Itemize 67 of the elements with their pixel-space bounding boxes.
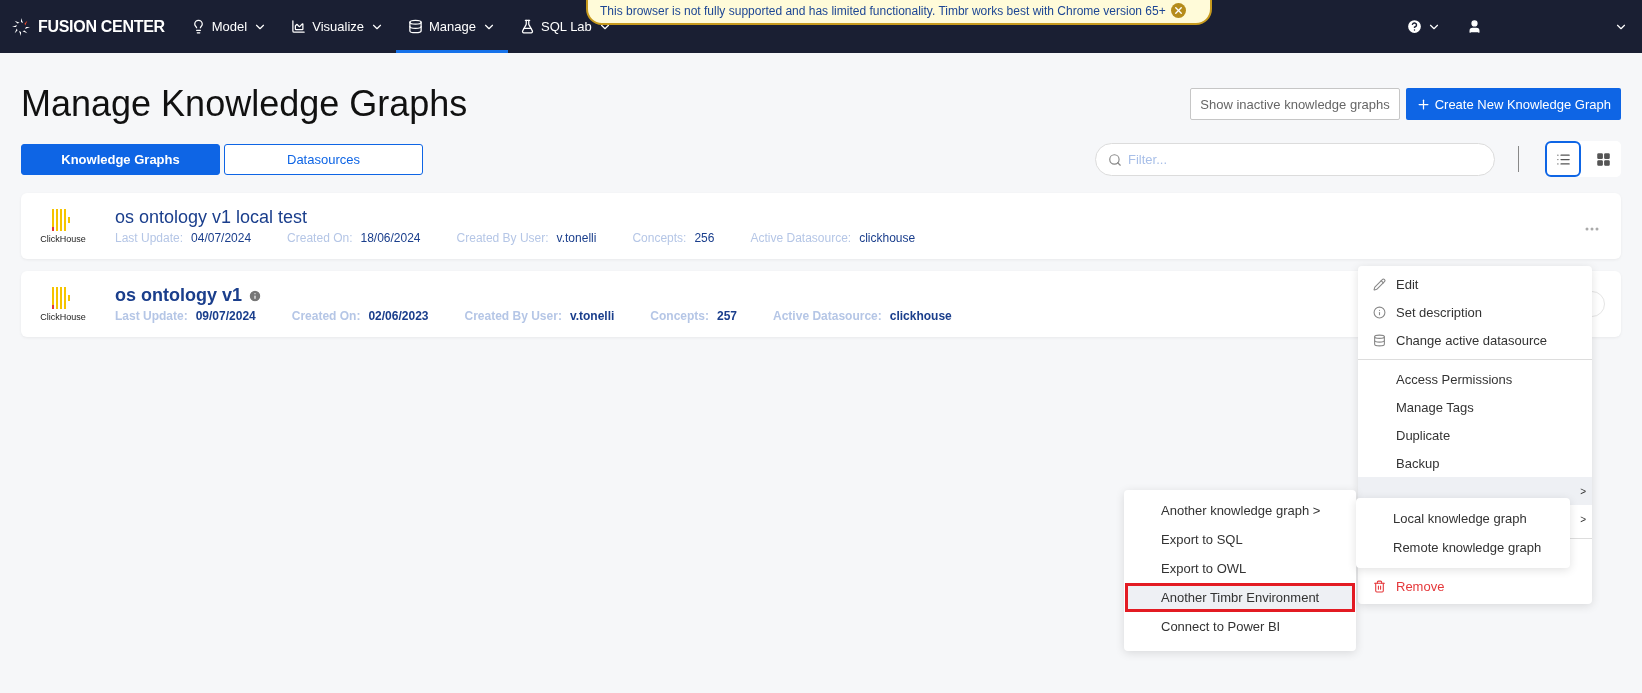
menu-item[interactable]: Export to OWL — [1125, 554, 1355, 583]
field-value: clickhouse — [889, 309, 952, 323]
field-value: 256 — [694, 231, 715, 245]
tab[interactable]: Knowledge Graphs — [21, 143, 220, 175]
field-value: 257 — [717, 309, 738, 323]
close-icon — [1172, 5, 1184, 16]
field-value: clickhouse — [859, 231, 916, 245]
database-icon — [1372, 333, 1386, 347]
menu-item[interactable]: Another Timbr Environment — [1125, 583, 1355, 612]
field-value: 02/06/2023 — [368, 309, 429, 323]
field-label: Created By User: — [464, 309, 562, 323]
field-label: Concepts: — [632, 231, 687, 245]
field-value: v.tonelli — [569, 309, 615, 323]
list-icon — [1555, 151, 1571, 167]
field-label: Created By User: — [456, 231, 549, 245]
help-menu[interactable] — [1406, 18, 1441, 35]
field-label: Created On: — [287, 231, 353, 245]
submenu-arrow: > — [1580, 485, 1586, 497]
field-value: 18/06/2024 — [360, 231, 421, 245]
field-label: Last Update: — [115, 309, 188, 323]
logo-text: ClickHouse — [40, 311, 86, 322]
menu-item[interactable]: Another knowledge graph > — [1125, 496, 1355, 525]
menu-item[interactable]: Remote knowledge graph — [1357, 533, 1569, 562]
tab[interactable]: Datasources — [224, 143, 423, 175]
pencil-icon — [1372, 277, 1386, 291]
card-title[interactable]: os ontology v1 — [115, 285, 242, 306]
menu-item[interactable]: Remove — [1358, 572, 1592, 600]
field-value: v.tonelli — [556, 231, 597, 245]
nav-menu[interactable]: Model — [178, 0, 280, 53]
trash-icon — [1372, 579, 1386, 593]
logo-text: ClickHouse — [40, 233, 86, 244]
menu-item[interactable]: Duplicate — [1358, 421, 1592, 449]
create-button[interactable]: Create New Knowledge Graph — [1405, 88, 1621, 120]
user-icon[interactable] — [1467, 19, 1482, 34]
card-title[interactable]: os ontology v1 local test — [115, 207, 308, 228]
filter-field[interactable]: Filter... — [1095, 142, 1495, 176]
menu-item[interactable]: Connect to Power BI — [1125, 612, 1355, 641]
menu-item[interactable]: Export to SQL — [1125, 525, 1355, 554]
more-icon — [1585, 226, 1599, 231]
field-label: Last Update: — [115, 231, 184, 245]
grid-icon — [1595, 151, 1611, 167]
plus-icon — [1415, 96, 1431, 112]
nav-menu[interactable]: Manage — [396, 0, 508, 53]
menu-item[interactable]: Access Permissions — [1358, 365, 1592, 393]
nav-menu[interactable]: Visualize — [279, 0, 396, 53]
help-icon — [1406, 18, 1423, 35]
list-view-button[interactable] — [1545, 141, 1581, 177]
menu-item[interactable]: Set description — [1358, 298, 1592, 326]
database-icon — [408, 19, 423, 34]
field-value: 04/07/2024 — [191, 231, 252, 245]
close-button[interactable] — [1170, 3, 1186, 18]
field-label: Concepts: — [650, 309, 709, 323]
menu-item[interactable]: Manage Tags — [1358, 393, 1592, 421]
info-icon — [1372, 305, 1386, 319]
menu-item[interactable]: Local knowledge graph — [1357, 504, 1569, 533]
menu-item[interactable]: Backup — [1358, 449, 1592, 477]
field-label: Active Datasource: — [750, 231, 852, 245]
field-label: Active Datasource: — [773, 309, 882, 323]
field-label: Created On: — [291, 309, 361, 323]
area-chart-icon — [291, 19, 307, 34]
page-title: Manage Knowledge Graphs — [21, 83, 468, 125]
search-icon — [1108, 152, 1122, 167]
knowledge-graph-card[interactable]: ClickHouse os ontology v1 local test Last Update: 04/07/2024 Created On: 18/06/2024 Created By User: v.tonelli Concepts: 256 Active Datasource: clickhouse — [21, 193, 1621, 259]
field-value: 09/07/2024 — [195, 309, 256, 323]
flask-icon — [520, 19, 535, 34]
menu-item[interactable]: Edit — [1358, 270, 1592, 298]
brand-name: FUSION CENTER — [38, 17, 165, 36]
